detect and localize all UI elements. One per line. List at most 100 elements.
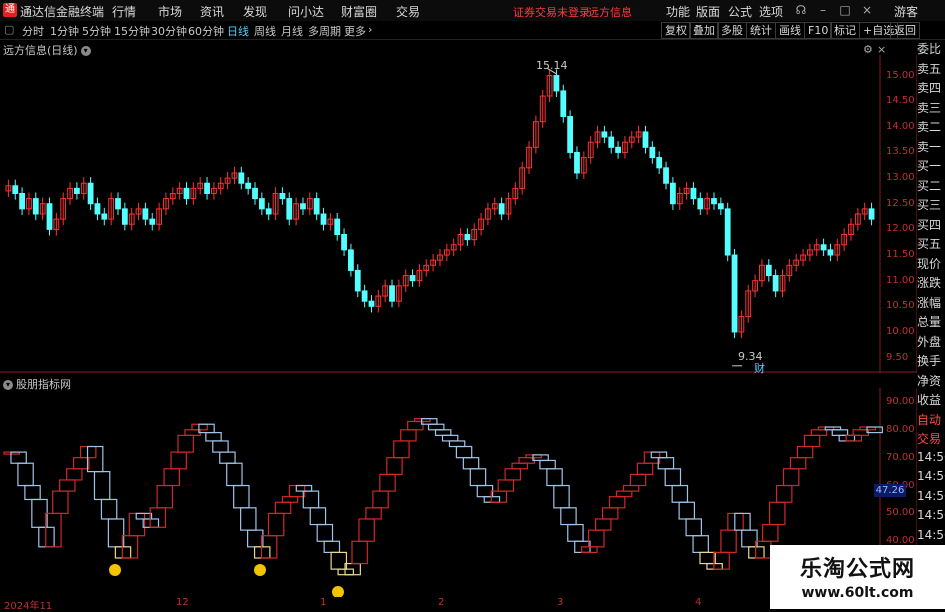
sidebar-item[interactable]: 现价 xyxy=(917,255,945,272)
sidebar-item[interactable]: 涨幅 xyxy=(917,294,945,311)
period-30min[interactable]: 30分钟 xyxy=(151,23,187,39)
menu-trade[interactable]: 交易 xyxy=(396,3,420,20)
indicator-bar xyxy=(483,496,501,503)
period-weekly[interactable]: 周线 xyxy=(254,23,276,39)
btn-back[interactable]: 返回 xyxy=(890,22,920,39)
sidebar-item[interactable]: 卖三 xyxy=(917,99,945,116)
indicator-bar xyxy=(476,484,494,498)
sidebar-item[interactable]: 14:56 xyxy=(917,489,945,503)
finance-badge[interactable]: 财 xyxy=(754,360,765,376)
menu-options[interactable]: 选项 xyxy=(759,3,783,20)
chevron-right-icon[interactable]: › xyxy=(368,23,372,36)
date-label: 2 xyxy=(438,597,445,608)
sidebar-item[interactable]: 换手 xyxy=(917,352,945,369)
indicator-bar xyxy=(191,423,208,431)
sidebar-item[interactable]: 自动 xyxy=(917,411,945,428)
indicator-bar xyxy=(309,507,327,526)
menu-quotes[interactable]: 行情 xyxy=(112,3,136,20)
menu-market[interactable]: 市场 xyxy=(158,3,182,20)
sidebar-item[interactable]: 买二 xyxy=(917,177,945,194)
btn-overlay[interactable]: 叠加 xyxy=(689,22,719,39)
date-label: 3 xyxy=(557,597,564,608)
sidebar-item[interactable]: 涨跌 xyxy=(917,274,945,291)
login-warning[interactable]: 证券交易未登录 xyxy=(513,4,590,20)
btn-mark[interactable]: 标记 xyxy=(830,22,860,39)
indicator-bar xyxy=(727,512,744,531)
menu-function[interactable]: 功能 xyxy=(666,3,690,20)
sidebar-item[interactable]: 买三 xyxy=(917,196,945,213)
candle xyxy=(101,213,108,220)
close-icon[interactable]: × xyxy=(856,1,878,19)
user-label[interactable]: 游客 xyxy=(894,3,918,20)
period-multi[interactable]: 多周期 xyxy=(308,23,341,39)
candle xyxy=(601,131,608,138)
menu-ask[interactable]: 问小达 xyxy=(288,3,324,20)
app-title: 通达信金融终端 xyxy=(20,5,105,19)
btn-adjust[interactable]: 复权 xyxy=(661,22,691,39)
candle xyxy=(46,203,53,230)
sidebar-item[interactable]: 买五 xyxy=(917,235,945,252)
btn-statistics[interactable]: 统计 xyxy=(746,22,776,39)
candle xyxy=(560,90,567,118)
indicator-bar xyxy=(664,468,682,487)
menu-news[interactable]: 资讯 xyxy=(200,3,224,20)
sidebar-item[interactable]: 卖二 xyxy=(917,118,945,135)
period-more[interactable]: 更多 xyxy=(344,23,366,39)
candlestick-chart[interactable] xyxy=(0,55,917,373)
minimize-icon[interactable]: – xyxy=(812,1,834,19)
period-monthly[interactable]: 月线 xyxy=(281,23,303,39)
y-tick-label: 12.50 xyxy=(886,197,915,209)
menu-wealth[interactable]: 财富圈 xyxy=(341,3,377,20)
period-15min[interactable]: 15分钟 xyxy=(114,23,150,39)
indicator-bar xyxy=(365,507,382,520)
indicator-bar xyxy=(93,470,111,501)
sidebar-item[interactable]: 净资 xyxy=(917,372,945,389)
candle xyxy=(368,300,375,307)
indicator-bar xyxy=(219,451,236,464)
maximize-icon[interactable]: □ xyxy=(834,1,856,19)
indicator-bar xyxy=(351,540,368,565)
period-1min[interactable]: 1分钟 xyxy=(50,23,79,39)
sidebar-item[interactable]: 卖五 xyxy=(917,60,945,77)
date-label: 4 xyxy=(695,597,702,608)
sidebar-item[interactable]: 买一 xyxy=(917,157,945,174)
sidebar-item[interactable]: 卖四 xyxy=(917,79,945,96)
indicator-bar xyxy=(177,434,194,453)
indicator-bar xyxy=(441,434,459,442)
menu-discover[interactable]: 发现 xyxy=(243,3,267,20)
sidebar-item[interactable]: 委比 xyxy=(917,40,945,57)
menu-formula[interactable]: 公式 xyxy=(728,3,752,20)
candle xyxy=(711,198,717,205)
menu-layout[interactable]: 版面 xyxy=(696,3,720,20)
indicator-bar xyxy=(400,429,417,442)
btn-multi-stock[interactable]: 多股 xyxy=(717,22,747,39)
indicator-bar xyxy=(789,457,807,470)
indicator-bar xyxy=(372,490,389,509)
indicator-y-tick-label: 70.00 xyxy=(886,451,915,463)
sidebar-item[interactable]: 14:56 xyxy=(917,469,945,483)
sidebar-item[interactable]: 14:56 xyxy=(917,450,945,464)
candle xyxy=(820,244,827,251)
btn-f10[interactable]: F10 xyxy=(804,22,833,39)
period-daily[interactable]: 日线 xyxy=(227,23,249,39)
sidebar-item[interactable]: 收益 xyxy=(917,391,945,408)
support-icon[interactable]: ☊ xyxy=(790,1,812,19)
sidebar-item[interactable]: 14:56 xyxy=(917,528,945,542)
indicator-bar xyxy=(636,462,654,475)
period-5min[interactable]: 5分钟 xyxy=(82,23,111,39)
indicator-bar xyxy=(247,529,264,548)
sidebar-item[interactable]: 卖一 xyxy=(917,138,945,155)
btn-draw-line[interactable]: 画线 xyxy=(775,22,805,39)
toolbar-toggle-icon[interactable]: ▢ xyxy=(4,23,14,36)
period-60min[interactable]: 60分钟 xyxy=(188,23,224,39)
sidebar-item[interactable]: 总量 xyxy=(917,313,945,330)
sidebar-item[interactable]: 14:56 xyxy=(917,508,945,522)
candle xyxy=(320,213,327,225)
indicator-bar xyxy=(504,468,522,481)
period-intraday[interactable]: 分时 xyxy=(22,23,44,39)
sidebar-item[interactable]: 买四 xyxy=(917,216,945,233)
y-tick-label: 15.00 xyxy=(886,69,915,81)
sidebar-item[interactable]: 交易 xyxy=(917,430,945,447)
indicator-bar xyxy=(622,484,640,492)
sidebar-item[interactable]: 外盘 xyxy=(917,333,945,350)
